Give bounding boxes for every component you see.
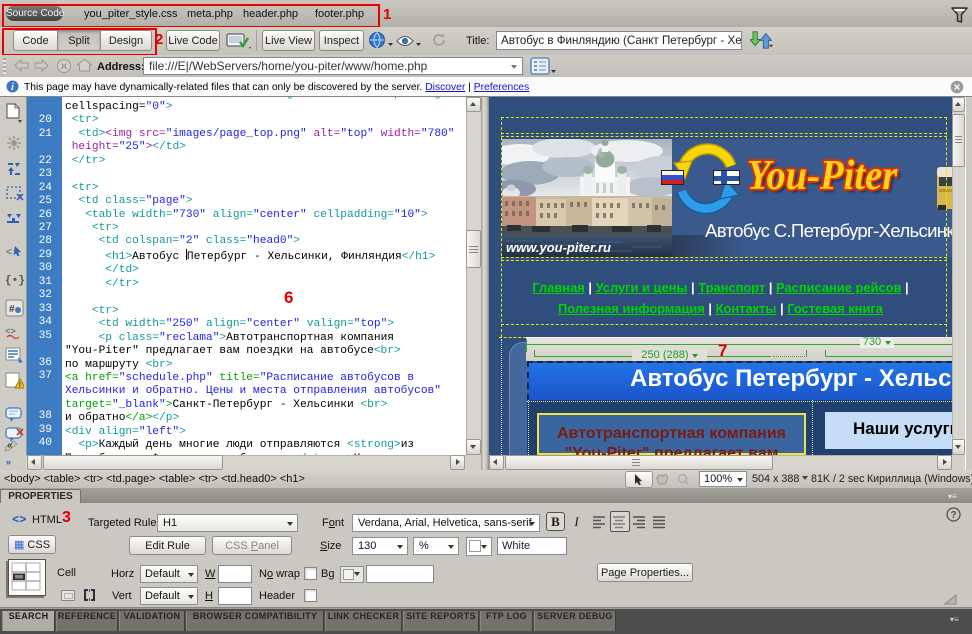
svg-text:#: #: [9, 304, 15, 315]
svg-text:?: ?: [950, 510, 956, 521]
svg-text:i: i: [11, 82, 14, 93]
svg-text:<: <: [6, 248, 12, 259]
svg-text:!: !: [19, 382, 21, 389]
svg-text:{•}: {•}: [5, 275, 24, 287]
